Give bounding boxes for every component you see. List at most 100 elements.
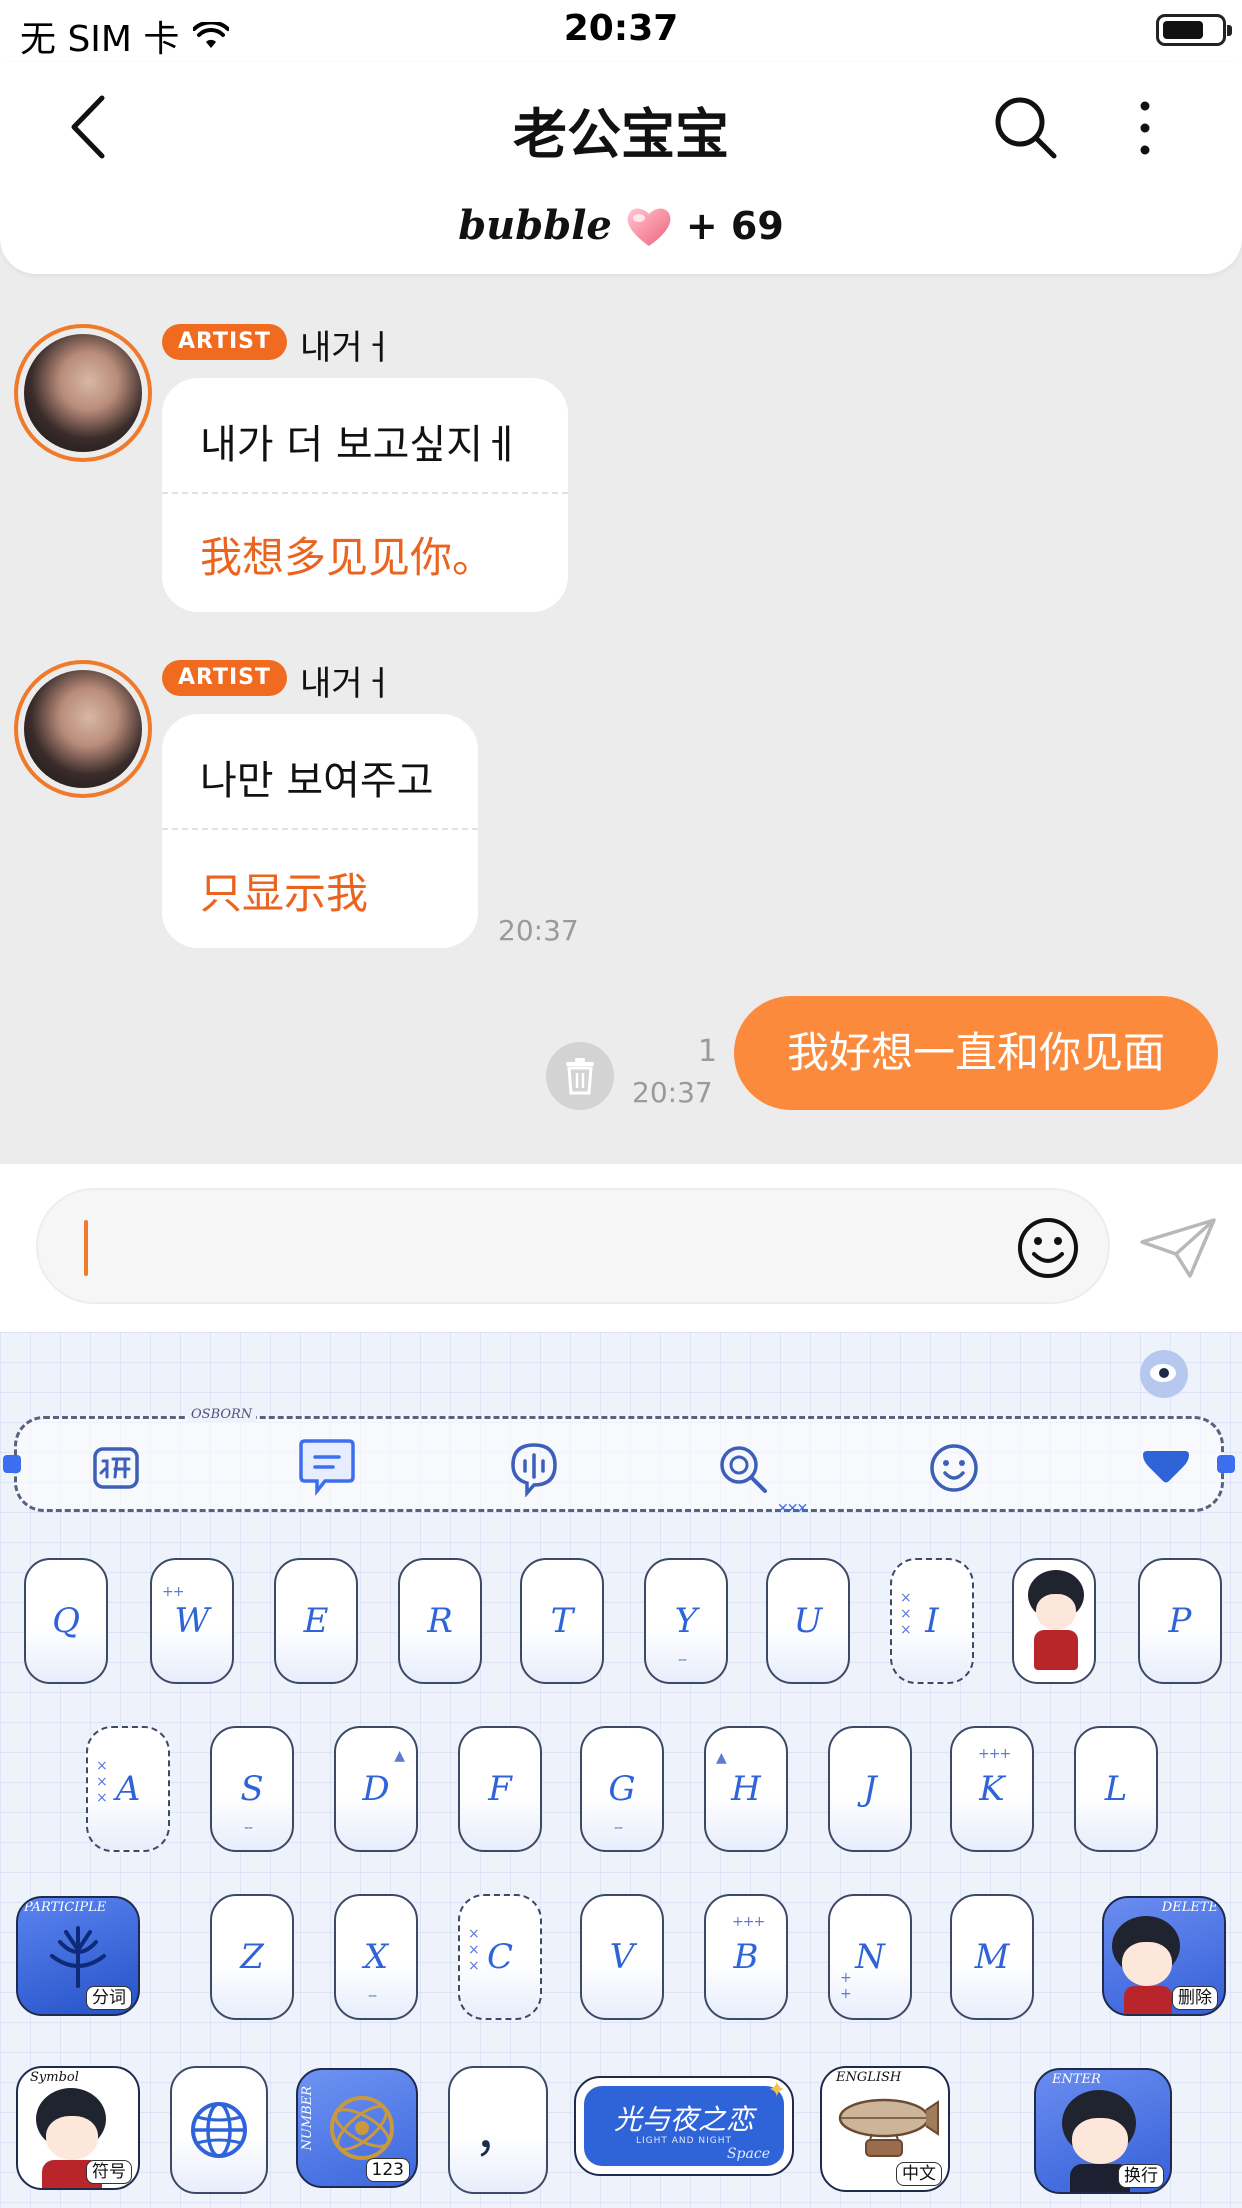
heart-icon [627,207,671,246]
emoji-icon[interactable] [925,1439,983,1497]
key-c[interactable]: × × × C [458,1894,542,2020]
toolbar-tag: OSBORN [187,1407,257,1422]
sender-name: 내거ㅓ [300,664,394,704]
key-j[interactable]: J [828,1726,912,1852]
voice-icon[interactable] [505,1439,563,1497]
message-translation-text: 我想多见见你。 [200,533,495,582]
key-h[interactable]: ▲ H [704,1726,788,1852]
english-label: 中文 [896,2162,942,2186]
sender-name: 내거ㅓ [300,328,394,368]
bubble-counter[interactable]: bubble + 69 [0,202,1242,249]
participle-label: 分词 [86,1986,132,2010]
more-options-icon[interactable] [1130,98,1160,158]
space-label: Space [726,2146,770,2162]
key-k[interactable]: +++ K [950,1726,1034,1852]
toolbar-pin-left [3,1455,21,1473]
participle-key[interactable]: PARTICIPLE 分词 [16,1896,140,2016]
symbol-tag: Symbol [30,2070,79,2085]
search-icon[interactable] [715,1439,773,1497]
search-icon[interactable] [990,92,1060,162]
chat-menu-icon[interactable] [295,1433,359,1497]
artist-avatar[interactable] [14,324,152,462]
xunfei-icon[interactable] [87,1439,145,1497]
battery-icon [1156,14,1232,46]
artist-badge: ARTIST [162,660,288,696]
delete-tag: DELETE [1161,1900,1218,1915]
message-divider [162,828,478,830]
message-translation-text: 只显示我 [200,869,369,918]
globe-icon [191,2102,247,2158]
english-tag: ENGLISH [836,2070,902,2085]
artist-avatar[interactable] [14,660,152,798]
key-r[interactable]: R [398,1558,482,1684]
key-q[interactable]: Q [24,1558,108,1684]
airship-icon [838,2098,939,2157]
outgoing-time: 20:37 [632,1076,713,1109]
keyboard-mascot-icon[interactable] [1140,1350,1188,1398]
keyboard-toolbar: OSBORN ✕✕✕ [3,1407,1235,1517]
artist-badge: ARTIST [162,324,288,360]
key-a[interactable]: × × × A [86,1726,170,1852]
number-key[interactable]: NUMBER 123 [296,2068,418,2188]
message-time: 20:37 [498,914,579,947]
key-v[interactable]: V [580,1894,664,2020]
key-b[interactable]: +++ B [704,1894,788,2020]
key-m[interactable]: M [950,1894,1034,2020]
status-bar: 无 SIM 卡 20:37 [0,0,1242,62]
message-original-text: 나만 보여주고 [200,758,434,804]
delete-key[interactable]: DELETE 删除 [1102,1896,1226,2016]
symbol-label: 符号 [86,2160,132,2184]
status-time: 20:37 [563,8,679,49]
text-caret [84,1220,88,1276]
key-f[interactable]: F [458,1726,542,1852]
key-n[interactable]: + + N [828,1894,912,2020]
emblem-icon [50,1926,106,1988]
key-w[interactable]: ++ W [150,1558,234,1684]
key-s[interactable]: -- S [210,1726,294,1852]
key-e[interactable]: E [274,1558,358,1684]
toolbar-chain-deco: ✕✕✕ [777,1501,808,1517]
key-t[interactable]: T [520,1558,604,1684]
key-p[interactable]: P [1138,1558,1222,1684]
sparkle-icon: ✦ [767,2078,786,2103]
emoji-icon[interactable] [1016,1216,1080,1280]
language-key[interactable] [170,2066,268,2194]
english-key[interactable]: ENGLISH 中文 [820,2066,950,2192]
send-icon[interactable] [1138,1216,1218,1280]
delete-label: 删除 [1172,1986,1218,2010]
key-l[interactable]: L [1074,1726,1158,1852]
key-g[interactable]: -- G [580,1726,664,1852]
message-original-text: 내가 더 보고싶지ㅔ [200,422,520,468]
enter-tag: ENTER [1052,2072,1101,2087]
delete-message-button[interactable] [546,1042,614,1110]
character-key[interactable] [1012,1558,1096,1684]
key-y[interactable]: -- Y [644,1558,728,1684]
message-card[interactable]: 내가 더 보고싶지ㅔ 我想多见见你。 [162,378,568,612]
space-key[interactable]: 光与夜之恋 LIGHT AND NIGHT Space ✦ [574,2076,794,2176]
key-u[interactable]: U [766,1558,850,1684]
symbol-key[interactable]: Symbol 符号 [16,2066,140,2190]
themed-keyboard: OSBORN ✕✕✕ Q ++ W E R T -- Y U × × × I P… [0,1332,1242,2208]
message-input[interactable] [36,1188,1110,1304]
enter-label: 换行 [1118,2164,1164,2188]
number-tag: NUMBER [300,2086,315,2151]
enter-key[interactable]: ENTER 换行 [1034,2068,1172,2194]
comma-key[interactable]: ， [448,2066,548,2194]
message-input-bar [0,1164,1242,1332]
participle-tag: PARTICIPLE [24,1900,107,1915]
space-logo: 光与夜之恋 [613,2103,754,2136]
bubble-count: + 69 [685,203,784,248]
key-z[interactable]: Z [210,1894,294,2020]
space-sub: LIGHT AND NIGHT [635,2136,733,2146]
key-x[interactable]: -- X [334,1894,418,2020]
message-card[interactable]: 나만 보여주고 只显示我 [162,714,478,948]
key-d[interactable]: ▲ D [334,1726,418,1852]
read-count: 1 [698,1034,718,1069]
collapse-keyboard-icon[interactable] [1137,1439,1195,1497]
toolbar-pin-right [1217,1455,1235,1473]
trash-icon [566,1058,594,1095]
avatar-photo [24,670,142,788]
avatar-photo [24,334,142,452]
outgoing-message-bubble[interactable]: 我好想一直和你见面 [734,996,1218,1110]
key-i[interactable]: × × × I [890,1558,974,1684]
